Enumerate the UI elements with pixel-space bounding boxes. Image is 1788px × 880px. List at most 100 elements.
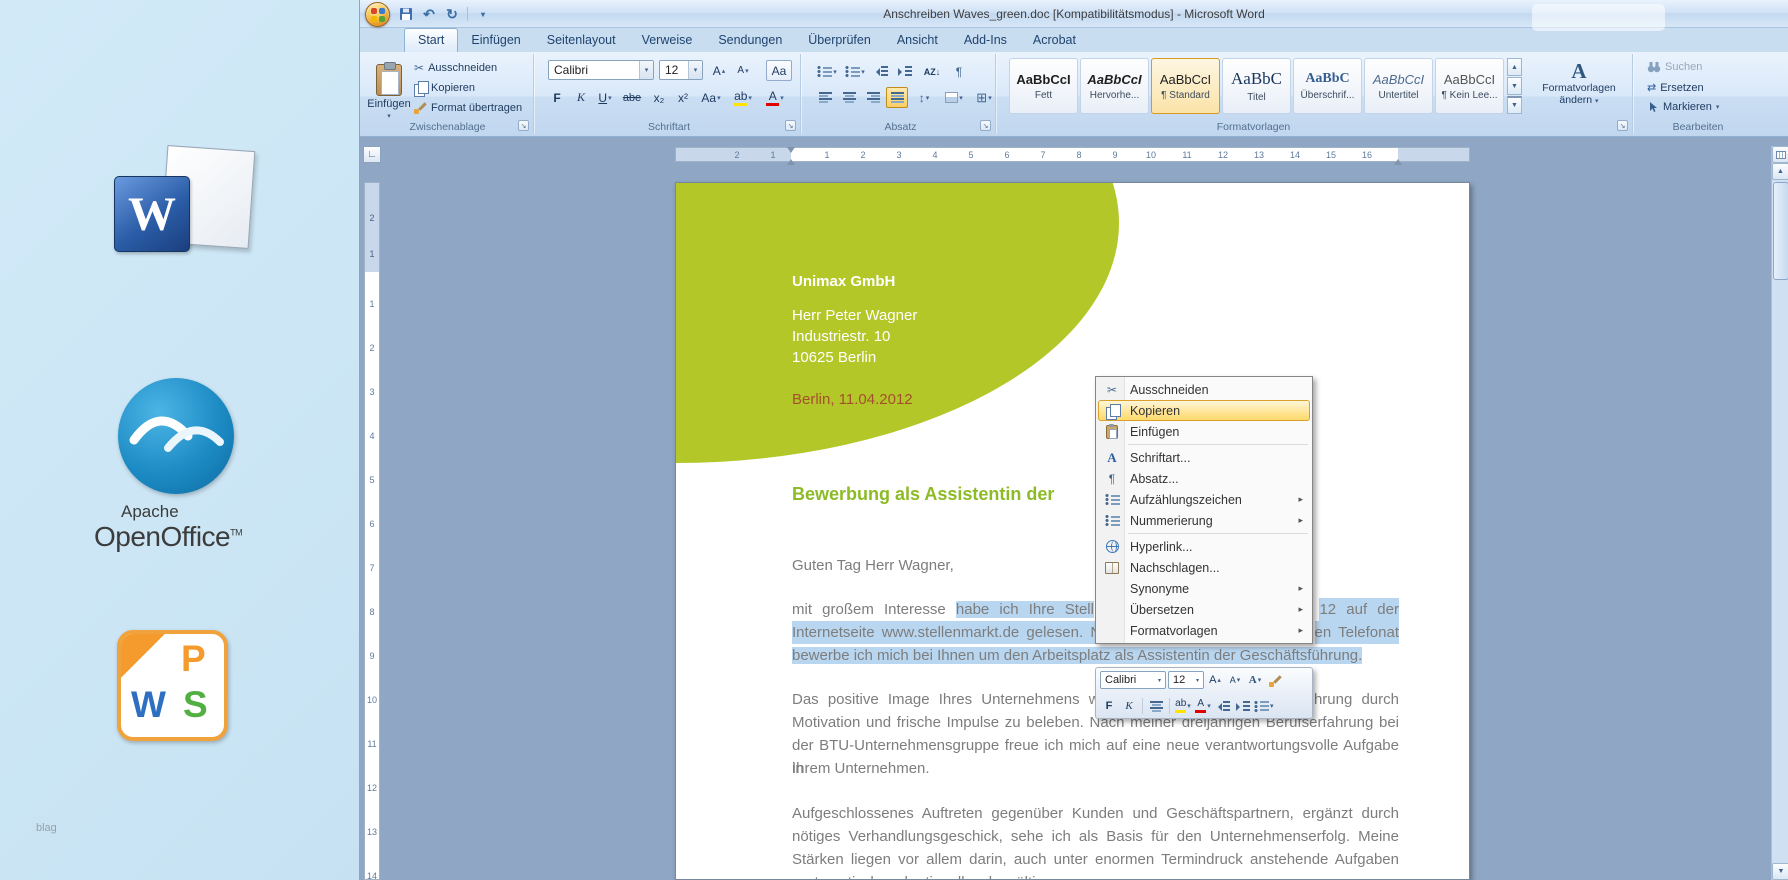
context-menu-item-ausschneiden[interactable]: ✂ Ausschneiden <box>1098 379 1310 400</box>
gallery-more-button[interactable]: ▼ <box>1507 96 1522 114</box>
context-menu-item-einfuegen[interactable]: Einfügen <box>1098 421 1310 442</box>
mini-bold-button[interactable]: F <box>1100 697 1118 715</box>
font-name-combobox[interactable]: Calibri ▾ <box>548 60 654 80</box>
borders-button[interactable]: ⊞▾ <box>970 87 998 108</box>
align-center-button[interactable] <box>838 87 860 108</box>
style-card-ueberschrift[interactable]: AaBbC Überschrif... <box>1293 58 1362 114</box>
bold-button[interactable]: F <box>546 87 568 108</box>
style-card-titel[interactable]: AaBbC Titel <box>1222 58 1291 114</box>
sort-button[interactable]: AZ↓ <box>918 61 946 82</box>
paste-button[interactable]: Einfügen ▾ <box>368 57 410 127</box>
numbering-button[interactable]: ▾ <box>842 61 868 82</box>
justify-button[interactable] <box>886 87 908 108</box>
tab-einfuegen[interactable]: Einfügen <box>458 29 533 52</box>
vertical-scrollbar[interactable]: ▲ ▼ <box>1771 146 1788 880</box>
style-card-hervorhebung[interactable]: AaBbCcI Hervorhe... <box>1080 58 1149 114</box>
text-highlight-button[interactable]: ab▾ <box>728 87 758 108</box>
subscript-button[interactable]: x₂ <box>648 87 670 108</box>
mini-center-button[interactable] <box>1147 697 1165 715</box>
change-case-button[interactable]: Aa▾ <box>696 87 726 108</box>
cut-button[interactable]: ✂ Ausschneiden <box>414 61 497 75</box>
context-menu-item-synonyme[interactable]: Synonyme ▸ <box>1098 578 1310 599</box>
p1-l1-selected-text: habe ich Ihre Stell <box>956 601 1094 618</box>
style-card-fett[interactable]: AaBbCcI Fett <box>1009 58 1078 114</box>
scroll-up-button[interactable]: ▲ <box>1772 163 1788 180</box>
openoffice-tm: TM <box>230 528 242 538</box>
tab-seitenlayout[interactable]: Seitenlayout <box>534 29 629 52</box>
context-menu-item-aufzaehlungszeichen[interactable]: Aufzählungszeichen ▸ <box>1098 489 1310 510</box>
mini-bullets-button[interactable]: ▾ <box>1254 697 1274 715</box>
tab-acrobat[interactable]: Acrobat <box>1020 29 1089 52</box>
mini-grow-font-button[interactable]: A▴ <box>1206 671 1224 689</box>
mini-shrink-font-button[interactable]: A▾ <box>1226 671 1244 689</box>
replace-button[interactable]: ⇄ Ersetzen <box>1647 81 1704 94</box>
font-color-button[interactable]: A▾ <box>760 87 790 108</box>
style-card-kein-leerraum[interactable]: AaBbCcI ¶ Kein Lee... <box>1435 58 1504 114</box>
dialog-launcher-formatvorlagen[interactable]: ↘ <box>1617 120 1628 131</box>
gallery-scroll-down-button[interactable]: ▼ <box>1507 77 1522 95</box>
scroll-down-button[interactable]: ▼ <box>1772 863 1788 880</box>
gallery-scroll-up-button[interactable]: ▲ <box>1507 58 1522 76</box>
change-styles-button[interactable]: A Formatvorlagen ändern ▾ <box>1531 60 1627 106</box>
shrink-font-button[interactable]: A▾ <box>732 60 754 81</box>
dialog-launcher-absatz[interactable]: ↘ <box>980 120 991 131</box>
tab-ansicht[interactable]: Ansicht <box>884 29 951 52</box>
scrollbar-thumb[interactable] <box>1773 182 1788 280</box>
desktop-icon-word[interactable]: W <box>114 148 256 252</box>
left-indent-marker[interactable] <box>787 155 795 165</box>
desktop-icon-wps-office[interactable]: P W S <box>117 630 228 741</box>
copy-button[interactable]: Kopieren <box>414 81 475 95</box>
triangle-up-icon: ▴ <box>1217 676 1221 684</box>
strikethrough-button[interactable]: abe <box>618 87 646 108</box>
clear-formatting-button[interactable]: Aa <box>766 60 792 81</box>
increase-indent-button[interactable] <box>894 61 916 82</box>
mini-italic-button[interactable]: K <box>1120 697 1138 715</box>
mini-font-size-combobox[interactable]: 12▾ <box>1168 671 1204 689</box>
submenu-arrow-icon: ▸ <box>1298 604 1303 615</box>
select-button[interactable]: Markieren ▾ <box>1647 101 1719 113</box>
format-painter-button[interactable]: Format übertragen <box>414 101 522 114</box>
mini-font-color-button[interactable]: A▾ <box>1194 697 1212 715</box>
tab-sendungen[interactable]: Sendungen <box>705 29 795 52</box>
context-menu-item-schriftart[interactable]: A Schriftart... <box>1098 447 1310 468</box>
tab-add-ins[interactable]: Add-Ins <box>951 29 1020 52</box>
grow-font-button[interactable]: A▴ <box>708 60 730 81</box>
mini-increase-indent-button[interactable] <box>1234 697 1252 715</box>
watermark: blag <box>36 822 57 834</box>
find-button[interactable]: Suchen <box>1647 61 1702 73</box>
dialog-launcher-schriftart[interactable]: ↘ <box>785 120 796 131</box>
context-menu-item-formatvorlagen[interactable]: Formatvorlagen ▸ <box>1098 620 1310 641</box>
mini-styles-button[interactable]: A▾ <box>1246 671 1264 689</box>
align-right-button[interactable] <box>862 87 884 108</box>
document-page[interactable]: Unimax GmbH Herr Peter Wagner Industries… <box>675 182 1470 880</box>
context-menu-item-uebersetzen[interactable]: Übersetzen ▸ <box>1098 599 1310 620</box>
context-menu-item-nachschlagen[interactable]: Nachschlagen... <box>1098 557 1310 578</box>
style-card-standard[interactable]: AaBbCcI ¶ Standard <box>1151 58 1220 114</box>
font-size-combobox[interactable]: 12 ▾ <box>659 60 703 80</box>
mini-format-painter-button[interactable] <box>1266 671 1284 689</box>
mini-highlight-button[interactable]: ab▾ <box>1174 697 1192 715</box>
ruler-toggle-button[interactable] <box>1772 146 1788 163</box>
context-menu-item-nummerierung[interactable]: Nummerierung ▸ <box>1098 510 1310 531</box>
italic-button[interactable]: K <box>570 87 592 108</box>
align-left-button[interactable] <box>814 87 836 108</box>
mini-font-name-combobox[interactable]: Calibri▾ <box>1100 671 1166 689</box>
tab-ueberpruefen[interactable]: Überprüfen <box>795 29 884 52</box>
context-menu-item-kopieren[interactable]: Kopieren <box>1098 400 1310 421</box>
tab-verweise[interactable]: Verweise <box>629 29 706 52</box>
shading-button[interactable]: ▾ <box>940 87 968 108</box>
right-indent-marker[interactable] <box>1394 155 1402 165</box>
context-menu-item-absatz[interactable]: ¶ Absatz... <box>1098 468 1310 489</box>
superscript-button[interactable]: x² <box>672 87 694 108</box>
context-menu-item-hyperlink[interactable]: Hyperlink... <box>1098 536 1310 557</box>
mini-decrease-indent-button[interactable] <box>1214 697 1232 715</box>
tab-start[interactable]: Start <box>404 28 458 52</box>
style-card-untertitel[interactable]: AaBbCcI Untertitel <box>1364 58 1433 114</box>
tab-selector-button[interactable]: ∟ <box>363 146 381 163</box>
underline-button[interactable]: U▾ <box>594 87 616 108</box>
bullets-button[interactable]: ▾ <box>814 61 840 82</box>
show-paragraph-marks-button[interactable]: ¶ <box>948 61 970 82</box>
decrease-indent-button[interactable] <box>870 61 892 82</box>
line-spacing-button[interactable]: ↕▾ <box>910 87 938 108</box>
dialog-launcher-zwischenablage[interactable]: ↘ <box>518 120 529 131</box>
